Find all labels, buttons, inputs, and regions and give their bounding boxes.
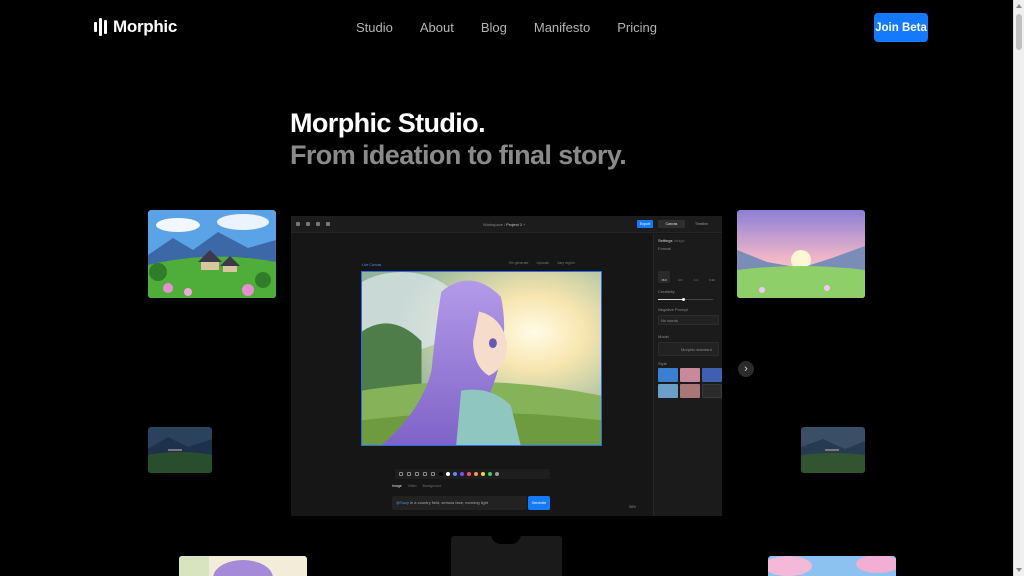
style-option[interactable] bbox=[702, 368, 722, 382]
join-beta-button[interactable]: Join Beta bbox=[874, 13, 928, 42]
aspect-1-1[interactable]: 1:1 bbox=[690, 271, 702, 283]
color-swatch[interactable] bbox=[495, 472, 499, 476]
color-swatch[interactable] bbox=[439, 472, 443, 476]
prompt-subject-tag: @Suzy bbox=[396, 500, 409, 505]
carousel-image-village[interactable] bbox=[148, 210, 276, 298]
breadcrumb-project[interactable]: Project 1 bbox=[506, 222, 522, 227]
carousel-image-faded-right[interactable] bbox=[801, 427, 865, 473]
regenerate-action[interactable]: Re-generate bbox=[509, 261, 528, 265]
top-navigation: Studio About Blog Manifesto Pricing bbox=[0, 20, 1014, 35]
aspect-4-3[interactable]: 4:3 bbox=[674, 271, 686, 283]
style-option[interactable] bbox=[680, 368, 700, 382]
tab-timeline[interactable]: Timeline bbox=[688, 220, 715, 228]
scroll-down-arrow-icon[interactable] bbox=[1016, 568, 1022, 572]
color-swatch[interactable] bbox=[460, 472, 464, 476]
nav-studio[interactable]: Studio bbox=[356, 20, 393, 35]
style-option[interactable] bbox=[680, 384, 700, 398]
studio-app-preview: Workspace / Project 1 ˅ Export Canvas Ti… bbox=[291, 216, 722, 516]
carousel-next-button[interactable]: › bbox=[738, 361, 754, 377]
color-swatch[interactable] bbox=[467, 472, 471, 476]
device-preview-bottom bbox=[451, 534, 562, 576]
tab-video[interactable]: Video bbox=[408, 484, 417, 488]
nav-blog[interactable]: Blog bbox=[481, 20, 507, 35]
lasso-tool-icon[interactable] bbox=[423, 472, 427, 476]
text-icon[interactable] bbox=[326, 222, 330, 226]
model-label: Model bbox=[658, 334, 669, 339]
scroll-up-arrow-icon[interactable] bbox=[1016, 4, 1022, 8]
aspect-9-16[interactable]: 9:16 bbox=[706, 271, 718, 283]
nav-manifesto[interactable]: Manifesto bbox=[534, 20, 590, 35]
settings-icon[interactable] bbox=[296, 222, 300, 226]
hero-title: Morphic Studio. bbox=[290, 108, 486, 138]
eraser-tool-icon[interactable] bbox=[407, 472, 411, 476]
pointer-icon[interactable] bbox=[306, 222, 310, 226]
drawing-toolbar bbox=[395, 469, 550, 479]
zoom-level[interactable]: 58% bbox=[629, 505, 636, 509]
vary-region-action[interactable]: Vary region bbox=[557, 261, 575, 265]
sunset-meadow-image bbox=[737, 210, 865, 298]
breadcrumb-workspace[interactable]: Workspace bbox=[483, 222, 503, 227]
rectangle-tool-icon[interactable] bbox=[415, 472, 419, 476]
tab-image[interactable]: Image bbox=[392, 484, 402, 488]
color-palette bbox=[439, 472, 499, 476]
aspect-16-9[interactable]: 16:9 bbox=[658, 271, 670, 283]
creativity-label: Creativity bbox=[658, 289, 675, 294]
chevron-down-icon: ˅ bbox=[523, 222, 526, 227]
device-notch bbox=[491, 534, 521, 544]
tab-background[interactable]: Background bbox=[423, 484, 442, 488]
prompt-text: in a country field, serious face, mornin… bbox=[408, 500, 489, 505]
prompt-input[interactable]: @Suzy in a country field, serious face, … bbox=[392, 496, 527, 510]
style-label: Style bbox=[658, 361, 667, 366]
canvas-label: Live Canvas bbox=[362, 263, 382, 267]
village-landscape-image bbox=[148, 210, 276, 298]
generate-button[interactable]: Generate bbox=[528, 496, 550, 510]
style-grid bbox=[658, 368, 722, 398]
pen-tool-icon[interactable] bbox=[399, 472, 403, 476]
scroll-thumb[interactable] bbox=[1016, 14, 1022, 50]
prompt-tabs: Image Video Background bbox=[392, 484, 441, 488]
nav-pricing[interactable]: Pricing bbox=[617, 20, 657, 35]
app-toolbar-icons bbox=[296, 222, 330, 226]
upscale-action[interactable]: Upscale bbox=[536, 261, 549, 265]
color-swatch[interactable] bbox=[446, 472, 450, 476]
carousel-image-faded-left[interactable] bbox=[148, 427, 212, 473]
style-option[interactable] bbox=[658, 384, 678, 398]
aspect-ratio-options: 16:9 4:3 1:1 9:16 bbox=[658, 271, 718, 283]
model-select[interactable]: Morphic standard bbox=[658, 342, 719, 356]
negative-prompt-input[interactable]: No words bbox=[658, 315, 719, 325]
app-top-bar: Workspace / Project 1 ˅ Export Canvas Ti… bbox=[291, 216, 722, 233]
export-button[interactable]: Export bbox=[637, 220, 653, 228]
page-scrollbar[interactable] bbox=[1013, 0, 1024, 576]
nav-about[interactable]: About bbox=[420, 20, 454, 35]
anime-girl-field-image bbox=[362, 272, 601, 445]
fill-tool-icon[interactable] bbox=[431, 472, 435, 476]
panel-tabs: Canvas Timeline bbox=[658, 220, 715, 228]
breadcrumb: Workspace / Project 1 ˅ bbox=[483, 222, 526, 227]
settings-title: Settings Image bbox=[658, 238, 685, 243]
hand-icon[interactable] bbox=[316, 222, 320, 226]
color-swatch[interactable] bbox=[481, 472, 485, 476]
hills-image bbox=[801, 427, 865, 473]
canvas-image[interactable] bbox=[361, 271, 602, 446]
chevron-right-icon: › bbox=[744, 363, 748, 375]
settings-panel: Settings Image Format 16:9 4:3 1:1 9:16 … bbox=[653, 234, 722, 516]
mountain-valley-image bbox=[148, 427, 212, 473]
add-style-option[interactable] bbox=[702, 384, 722, 398]
carousel-image-bottom-left[interactable] bbox=[179, 556, 307, 576]
color-swatch[interactable] bbox=[453, 472, 457, 476]
negative-prompt-label: Negative Prompt bbox=[658, 307, 688, 312]
carousel-image-bottom-right[interactable] bbox=[768, 556, 896, 576]
cherry-blossom-image bbox=[768, 556, 896, 576]
style-option[interactable] bbox=[658, 368, 678, 382]
format-label: Format bbox=[658, 246, 671, 251]
carousel-image-sunset[interactable] bbox=[737, 210, 865, 298]
color-swatch[interactable] bbox=[474, 472, 478, 476]
purple-hair-girl-image bbox=[179, 556, 307, 576]
color-swatch[interactable] bbox=[488, 472, 492, 476]
hero-subtitle: From ideation to final story. bbox=[290, 140, 627, 170]
creativity-slider[interactable] bbox=[658, 298, 713, 301]
tab-canvas[interactable]: Canvas bbox=[658, 220, 685, 228]
canvas-actions: Re-generate Upscale Vary region bbox=[509, 261, 575, 265]
